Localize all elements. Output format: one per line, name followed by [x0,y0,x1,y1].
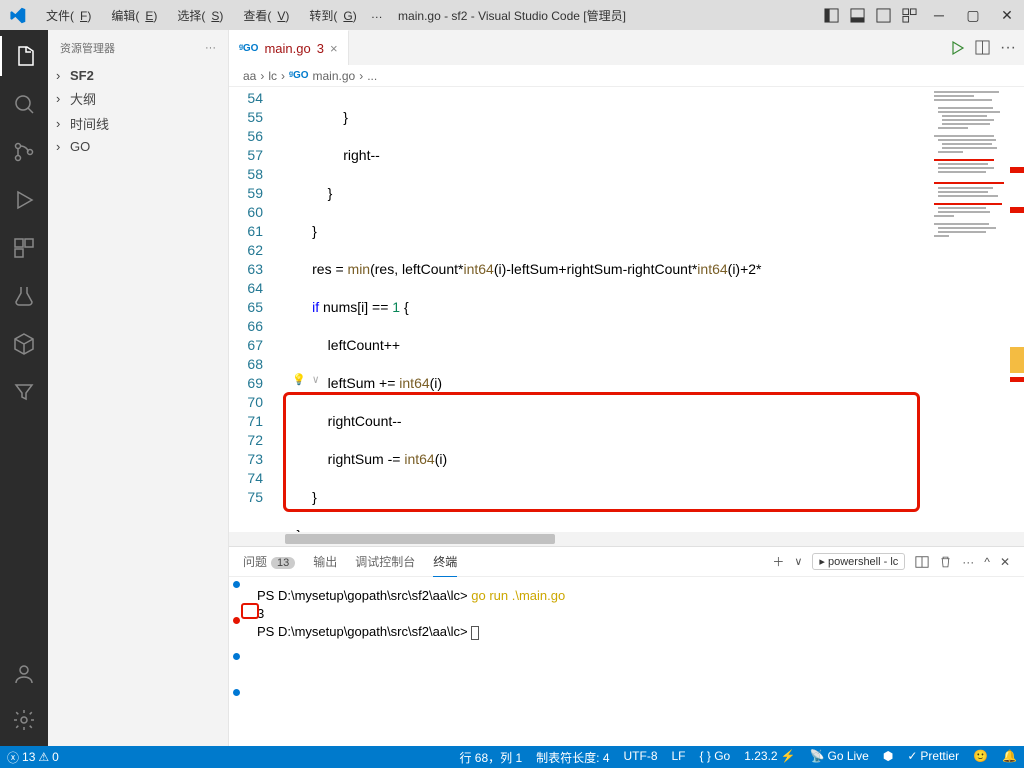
line-gutter: 5455565758596061626364656667686970717273… [229,87,281,532]
accounts-icon[interactable] [0,654,48,694]
panel-close-icon[interactable]: ✕ [1000,555,1010,569]
code-content[interactable]: } right-- } } res = min(res, leftCount*i… [281,87,1024,532]
editor-area: ᵍGO main.go 3 × ··· aa›lc› ᵍGOmain.go›..… [229,30,1024,746]
title-bar: 文件(F) 编辑(E) 选择(S) 查看(V) 转到(G) … main.go … [0,0,1024,30]
tab-debugconsole[interactable]: 调试控制台 [355,547,415,576]
vscode-icon [0,7,34,24]
status-feedback-icon[interactable]: 🙂 [966,749,995,763]
output-highlight [241,603,259,619]
code-hints-icon[interactable]: 💡 ∨ [292,373,319,386]
menu-file[interactable]: 文件(F) [34,5,97,26]
status-go-version[interactable]: 1.23.2 ⚡ [737,749,802,763]
tab-main-go[interactable]: ᵍGO main.go 3 × [229,30,349,65]
status-cursor[interactable]: 行 68，列 1 [452,749,529,766]
split-editor-icon[interactable] [975,40,990,55]
explorer-sidebar: 资源管理器 ··· ›SF2 ›大纲 ›时间线 ›GO [48,30,229,746]
menu-selection[interactable]: 选择(S) [165,5,229,26]
more-actions-icon[interactable]: ··· [1000,39,1016,57]
run-icon[interactable] [949,40,965,56]
layout-secondary-icon[interactable] [870,0,896,30]
window-title: main.go - sf2 - Visual Studio Code [管理员] [398,7,626,24]
status-golive[interactable]: 📡 Go Live [803,749,876,763]
breadcrumbs[interactable]: aa›lc› ᵍGOmain.go›... [229,65,1024,87]
go-file-icon: ᵍGO [289,70,308,81]
overview-ruler[interactable] [1010,87,1024,532]
status-indent[interactable]: 制表符长度: 4 [529,749,616,766]
kill-terminal-icon[interactable] [939,555,952,569]
menu-go[interactable]: 转到(G) [297,5,362,26]
split-panel-icon[interactable] [915,555,929,569]
tab-close-icon[interactable]: × [330,41,338,56]
settings-gear-icon[interactable] [0,700,48,740]
menu-bar: 文件(F) 编辑(E) 选择(S) 查看(V) 转到(G) … [34,5,389,26]
status-ext-icon[interactable]: ⬢ [876,749,900,763]
maximize-button[interactable]: ▢ [956,0,990,30]
status-bar: ⓧ 13 ⚠ 0 行 68，列 1 制表符长度: 4 UTF-8 LF { } … [0,746,1024,768]
editor-tabs: ᵍGO main.go 3 × ··· [229,30,1024,65]
menu-more[interactable]: … [365,5,389,26]
status-encoding[interactable]: UTF-8 [617,749,665,763]
status-language[interactable]: { } Go [693,749,738,763]
menu-edit[interactable]: 编辑(E) [99,5,163,26]
menu-view[interactable]: 查看(V) [231,5,295,26]
explorer-icon[interactable] [0,36,48,76]
layout-customize-icon[interactable] [896,0,922,30]
layout-panel-icon[interactable] [844,0,870,30]
layout-primary-icon[interactable] [818,0,844,30]
status-errors[interactable]: ⓧ 13 ⚠ 0 [0,746,66,768]
go-file-icon: ᵍGO [239,43,258,54]
activity-bar [0,30,48,746]
tab-terminal[interactable]: 终端 [433,547,457,577]
extensions-icon[interactable] [0,228,48,268]
sidebar-timeline[interactable]: ›时间线 [48,111,228,136]
close-button[interactable]: ✕ [990,0,1024,30]
code-editor[interactable]: 5455565758596061626364656667686970717273… [229,87,1024,532]
terminal-selector[interactable]: ▸ powershell - lc [812,553,905,570]
sidebar-go[interactable]: ›GO [48,136,228,157]
new-terminal-icon[interactable]: ＋ [772,553,784,570]
horizontal-scrollbar[interactable] [229,532,1024,546]
tab-problems[interactable]: 问题13 [243,547,295,576]
pkg-icon[interactable] [0,324,48,364]
panel-tabs: 问题13 输出 调试控制台 终端 ＋ ∨ ▸ powershell - lc ·… [229,547,1024,577]
tab-output[interactable]: 输出 [313,547,337,576]
terminal-body[interactable]: PS D:\mysetup\gopath\src\sf2\aa\lc> go r… [229,577,1024,746]
filter-icon[interactable] [0,372,48,412]
status-prettier[interactable]: ✓ Prettier [900,749,966,763]
status-bell-icon[interactable]: 🔔 [995,749,1024,763]
search-icon[interactable] [0,84,48,124]
sidebar-sf2[interactable]: ›SF2 [48,65,228,86]
panel: 问题13 输出 调试控制台 终端 ＋ ∨ ▸ powershell - lc ·… [229,546,1024,746]
panel-maximize-icon[interactable]: ^ [984,555,990,569]
testing-icon[interactable] [0,276,48,316]
sidebar-outline[interactable]: ›大纲 [48,86,228,111]
terminal-split-icon[interactable]: ∨ [794,555,802,568]
source-control-icon[interactable] [0,132,48,172]
sidebar-more-icon[interactable]: ··· [205,42,216,54]
sidebar-header: 资源管理器 ··· [48,30,228,65]
run-debug-icon[interactable] [0,180,48,220]
panel-more-icon[interactable]: ··· [962,555,974,569]
status-eol[interactable]: LF [665,749,693,763]
minimize-button[interactable]: ─ [922,0,956,30]
